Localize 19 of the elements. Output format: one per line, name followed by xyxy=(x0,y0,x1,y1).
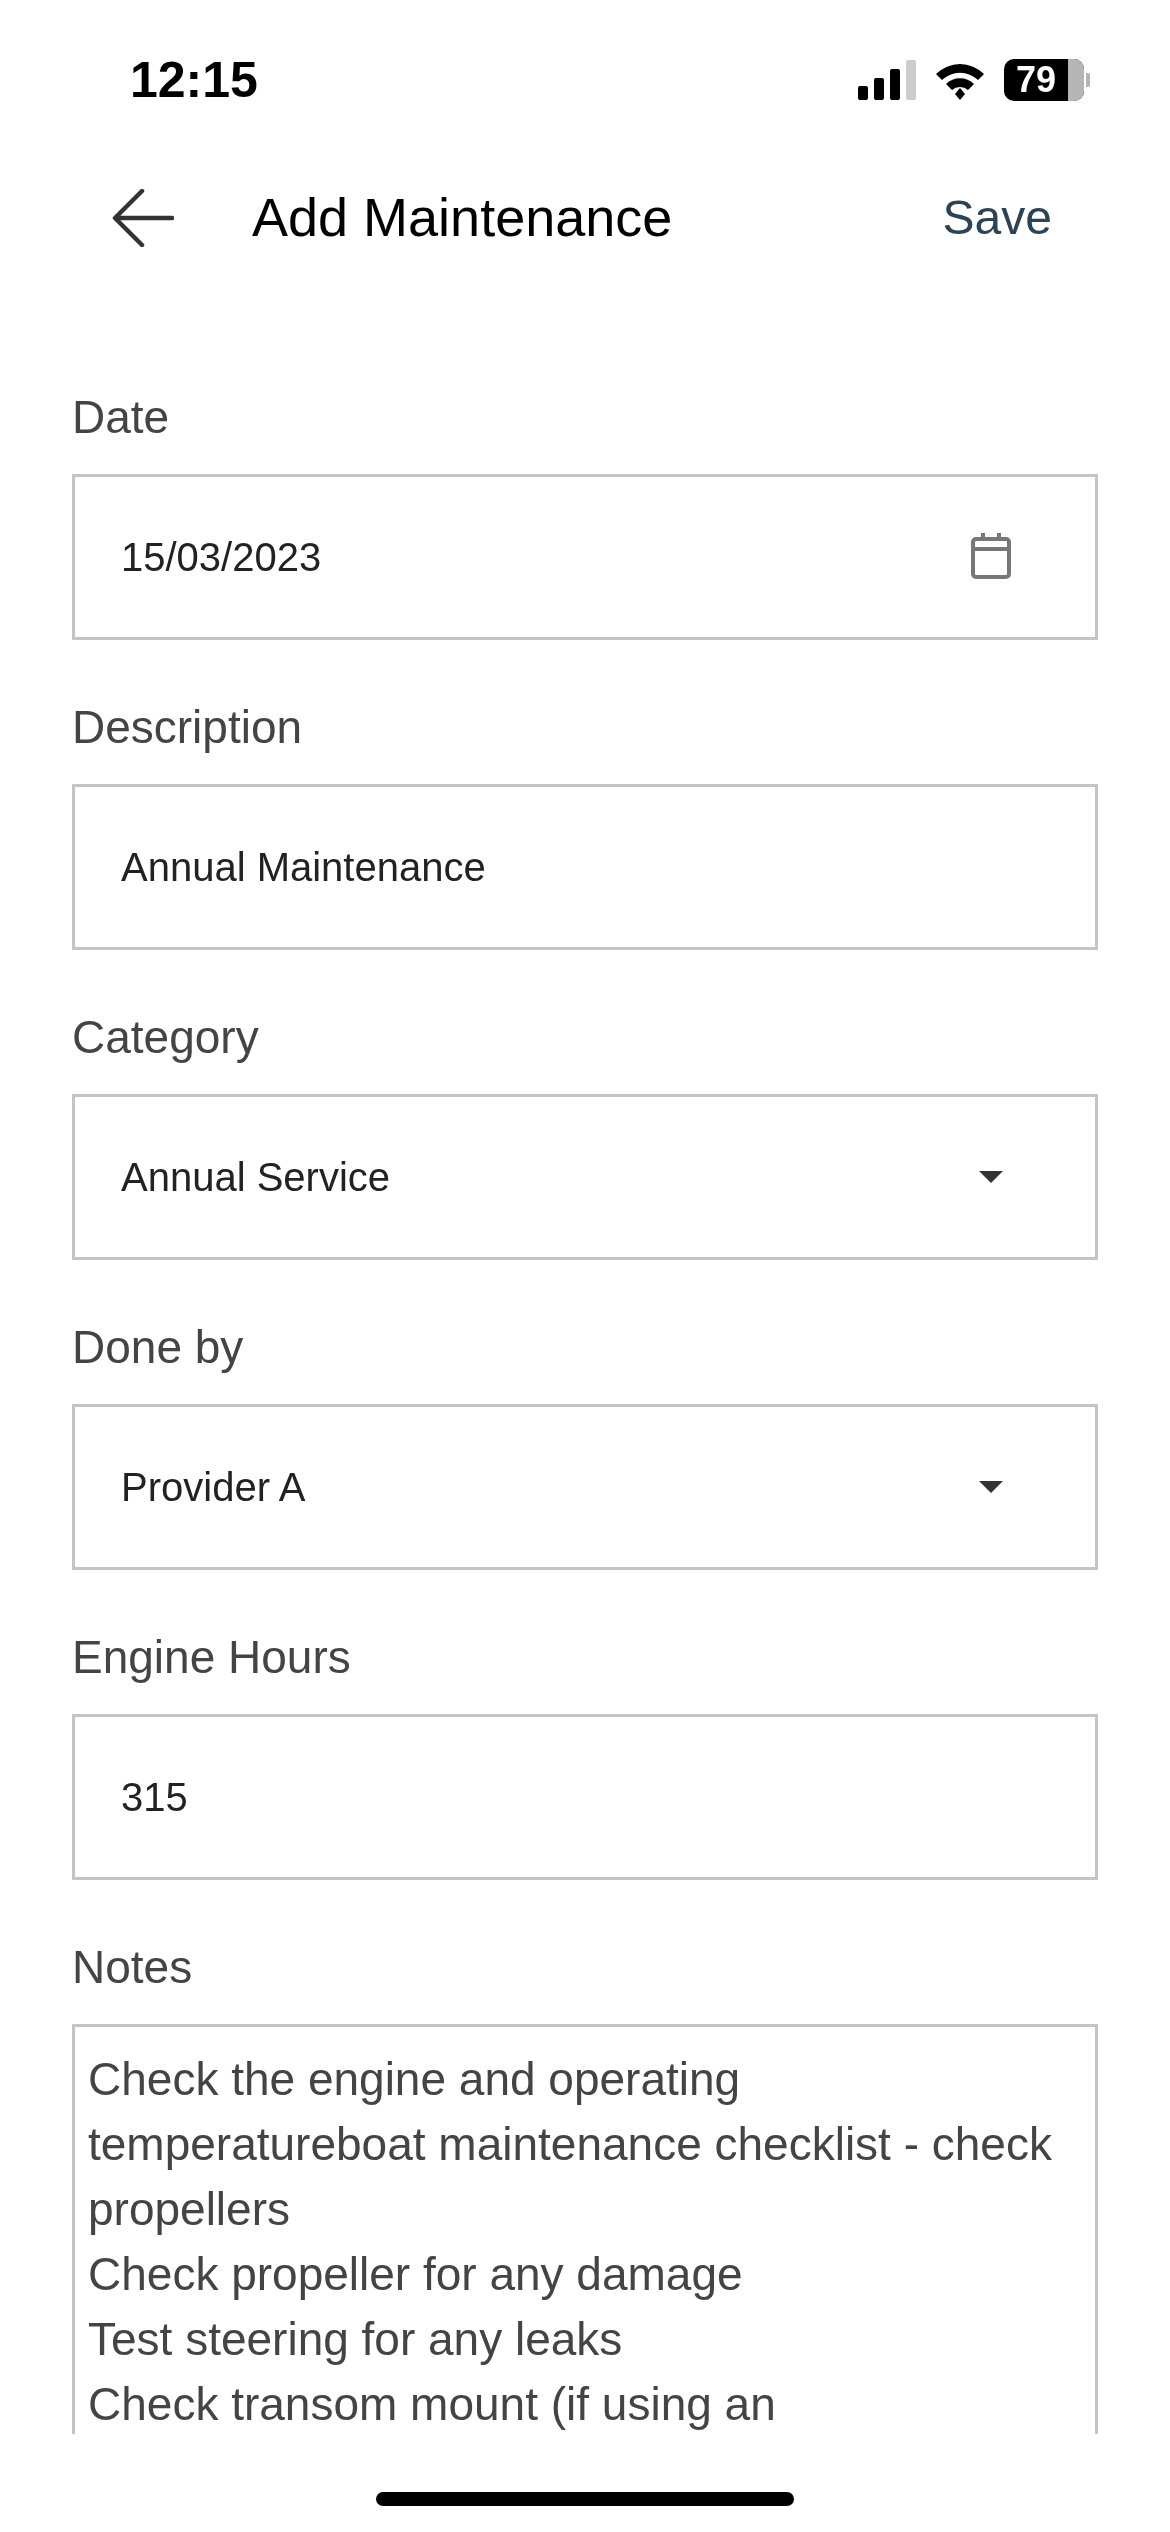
page-title: Add Maintenance xyxy=(252,186,673,249)
dropdown-field[interactable]: Provider A xyxy=(72,1404,1098,1570)
caret-icon xyxy=(979,1481,1003,1493)
field-label: Done by xyxy=(72,1320,245,1375)
save-button[interactable]: Save xyxy=(942,181,1052,254)
field-label: Notes xyxy=(72,1940,194,1995)
field-label: Engine Hours xyxy=(72,1630,352,1685)
back-arrow-icon[interactable] xyxy=(112,188,174,247)
status-time: 12:15 xyxy=(130,50,258,110)
input-field[interactable]: 315 xyxy=(72,1714,1098,1880)
caret-icon xyxy=(979,1171,1003,1183)
signal-icon xyxy=(858,60,916,100)
field-label: Date xyxy=(72,390,171,445)
field-label: Description xyxy=(72,700,304,755)
field-label: Category xyxy=(72,1010,260,1065)
date-field[interactable]: 15/03/2023 xyxy=(72,474,1098,640)
dropdown-field[interactable]: Annual Service xyxy=(72,1094,1098,1260)
input-field[interactable]: Annual Maintenance xyxy=(72,784,1098,950)
notes-field[interactable]: Check the engine and operating temperatureboat maintenance checklist - check propellers Check propeller for any damage Test steering for any leaks Check transom mount (if using an xyxy=(72,2024,1098,2434)
